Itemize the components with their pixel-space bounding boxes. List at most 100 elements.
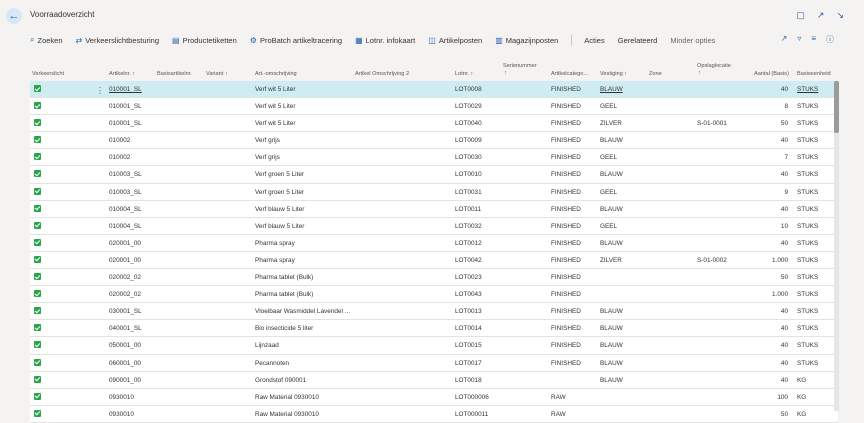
cell-art: 010004_SL <box>109 205 142 213</box>
cell-art: 020001_00 <box>109 256 141 264</box>
open-new-window-icon[interactable]: ↗ <box>817 10 825 21</box>
cell-uom[interactable]: STUKS <box>797 86 818 93</box>
acties-menu[interactable]: Acties <box>584 36 604 45</box>
table-row[interactable]: 010004_SL Verf blauw 5 Liter LOT0032 FINISH… <box>30 217 838 235</box>
table-row[interactable]: 030001_SL Vloeibaar Wasmiddel Lavendel ..… <box>30 303 838 321</box>
gerelateerd-menu[interactable]: Gerelateerd <box>618 36 658 45</box>
table-row[interactable]: 050001_00 Lijnzaad LOT0015 FINISHED BLAUW 40 S… <box>30 337 838 355</box>
cell-lot: LOT0018 <box>455 376 482 384</box>
item-entries-button[interactable]: ◫ Artikelposten <box>428 36 482 45</box>
cell-art: 040001_SL <box>109 325 142 333</box>
cell-desc: Bio insecticide 5 liter <box>255 325 314 333</box>
traffic-light-check-icon <box>34 170 41 178</box>
cell-desc: Verf wit 5 Liter <box>255 103 296 111</box>
cell-lot: LOT0031 <box>455 188 482 196</box>
back-arrow-icon[interactable]: ← <box>6 8 22 24</box>
col-omschrijving2[interactable]: Artikel Omschrijving 2 <box>355 71 409 77</box>
filter-icon[interactable]: ▿ <box>797 34 801 45</box>
collapse-icon[interactable]: ↘ <box>836 10 844 21</box>
fewer-options-button[interactable]: Minder opties <box>670 36 715 45</box>
cell-uom: KG <box>797 410 807 418</box>
col-variant[interactable]: Variant ↑ <box>206 71 228 77</box>
table-row[interactable]: 020001_00 Pharma spray LOT0042 FINISHED ZILV… <box>30 251 838 270</box>
traffic-control-icon: ⇄ <box>75 35 83 45</box>
cell-uom: KG <box>797 393 807 401</box>
table-row[interactable]: 0930010 Raw Material 0930010 LOT000006 RAW 1… <box>30 388 838 406</box>
col-opslaglocatie[interactable]: Opslaglocatie <box>697 63 731 69</box>
lot-infocard-button[interactable]: ▦ Lotnr. infokaart <box>355 36 415 45</box>
product-labels-button[interactable]: ▤ Productetiketten <box>172 36 237 45</box>
cell-cat: FINISHED <box>551 137 581 145</box>
table-row[interactable]: 060001_00 Pecannoten LOT0017 FINISHED BLAUW 4… <box>30 354 838 372</box>
cell-qty: 40 <box>780 376 788 384</box>
col-serienummer[interactable]: Serienummer <box>503 63 537 69</box>
col-eenheid[interactable]: Basiseenheid <box>797 71 831 77</box>
cell-uom: STUKS <box>797 205 819 213</box>
cell-loc: BLAUW <box>600 137 623 145</box>
info-icon[interactable]: ⓘ <box>826 34 834 45</box>
cell-desc: Raw Material 0930010 <box>255 410 319 418</box>
col-vestiging[interactable]: Vestiging ↑ <box>600 71 627 77</box>
table-row[interactable]: 010002 Verf grijs LOT0030 FINISHED GEEL 7 STUK… <box>30 149 838 167</box>
cell-lot: LOT0012 <box>455 239 482 247</box>
cell-qty: 40 <box>780 308 788 316</box>
col-verkeerslicht[interactable]: Verkeerslicht <box>32 71 64 77</box>
traffic-light-check-icon <box>34 85 41 92</box>
table-row[interactable]: 0930010 Raw Material 0930010 LOT000011 RAW 5… <box>30 405 838 423</box>
list-view-icon[interactable]: ≡ <box>811 34 816 45</box>
table-row[interactable]: 010001_SL Verf wit 5 Liter LOT0040 FINISHED… <box>30 115 838 133</box>
cell-uom: STUKS <box>797 222 819 230</box>
table-row[interactable]: 020001_00 Pharma spray LOT0012 FINISHED BLAU… <box>30 234 838 252</box>
search-icon: ⌕ <box>30 35 35 44</box>
cell-art: 0930010 <box>109 393 134 401</box>
table-row[interactable]: 010002 Verf grijs LOT0009 FINISHED BLAUW 40 ST… <box>30 132 838 150</box>
cell-cat: FINISHED <box>551 154 581 162</box>
cell-desc: Vloeibaar Wasmiddel Lavendel ... <box>255 308 350 316</box>
table-row[interactable]: 020002_02 Pharma tablet (Bulk) LOT0023 FINI… <box>30 269 838 287</box>
cell-art: 010002 <box>109 137 131 145</box>
col-lotnr[interactable]: Lotnr. ↑ <box>455 71 473 77</box>
cell-lot: LOT0029 <box>455 103 482 111</box>
cell-desc: Pharma spray <box>255 256 295 264</box>
cell-desc: Lijnzaad <box>255 342 279 350</box>
bookmark-icon[interactable]: ▢ <box>796 10 805 21</box>
table-row[interactable]: 040001_SL Bio insecticide 5 liter LOT0014 F… <box>30 320 838 338</box>
traffic-control-button[interactable]: ⇄ Verkeerslichtbesturing <box>76 36 160 45</box>
table-row[interactable]: ⋮ 010001_SL Verf wit 5 Liter LOT0008 FINISHE… <box>30 81 838 99</box>
share-icon[interactable]: ↗ <box>781 34 788 45</box>
cell-lot: LOT0017 <box>455 359 482 367</box>
warehouse-entries-button[interactable]: ▥ Magazijnposten <box>495 36 558 45</box>
cell-desc: Grondstof 090001 <box>255 376 307 384</box>
cell-cat: RAW <box>551 393 566 401</box>
cell-loc: BLAUW <box>600 359 623 367</box>
cell-loc: ZILVER <box>600 120 622 128</box>
traffic-light-check-icon <box>34 204 41 212</box>
cell-lot: LOT0014 <box>455 325 482 333</box>
cell-desc: Pharma tablet (Bulk) <box>255 274 314 282</box>
cell-art[interactable]: 010001_SL <box>109 86 142 93</box>
table-row[interactable]: 010003_SL Verf groen 5 Liter LOT0010 FINISH… <box>30 166 838 184</box>
col-artikelnr[interactable]: Artikelnr. ↑ <box>109 71 135 77</box>
vertical-scrollbar[interactable] <box>834 81 839 411</box>
col-omschrijving[interactable]: Art.-omschrijving <box>255 71 297 77</box>
col-aantal[interactable]: Aantal (Basis) <box>754 71 789 77</box>
scrollbar-thumb[interactable] <box>834 81 839 133</box>
search-button[interactable]: ⌕ Zoeken <box>30 35 63 45</box>
cell-cat: FINISHED <box>551 120 581 128</box>
cell-loc: GEEL <box>600 222 618 230</box>
table-row[interactable]: 010003_SL Verf groen 5 Liter LOT0031 FINISH… <box>30 183 838 201</box>
traffic-light-check-icon <box>34 392 41 400</box>
col-zone[interactable]: Zone <box>649 71 662 77</box>
row-menu-icon[interactable]: ⋮ <box>96 86 104 95</box>
table-row[interactable]: 020002_02 Pharma tablet (Bulk) LOT0043 FINI… <box>30 286 838 304</box>
col-categorie[interactable]: Artikelcatego... <box>551 71 588 77</box>
cell-art: 010002 <box>109 154 131 162</box>
probatch-tracing-button[interactable]: ⚙ ProBatch artikeltracering <box>250 36 342 45</box>
table-row[interactable]: 090001_00 Grondstof 090001 LOT0018 BLAUW 40 K… <box>30 371 838 389</box>
table-row[interactable]: 010004_SL Verf blauw 5 Liter LOT0011 FINISH… <box>30 200 838 218</box>
cell-uom: STUKS <box>797 325 819 333</box>
cell-qty: 10 <box>780 222 788 230</box>
cell-loc[interactable]: BLAUW <box>600 86 623 93</box>
table-row[interactable]: 010001_SL Verf wit 5 Liter LOT0029 FINISHED… <box>30 98 838 116</box>
col-basisartikelnr[interactable]: Basisartikelnr. <box>157 71 192 77</box>
